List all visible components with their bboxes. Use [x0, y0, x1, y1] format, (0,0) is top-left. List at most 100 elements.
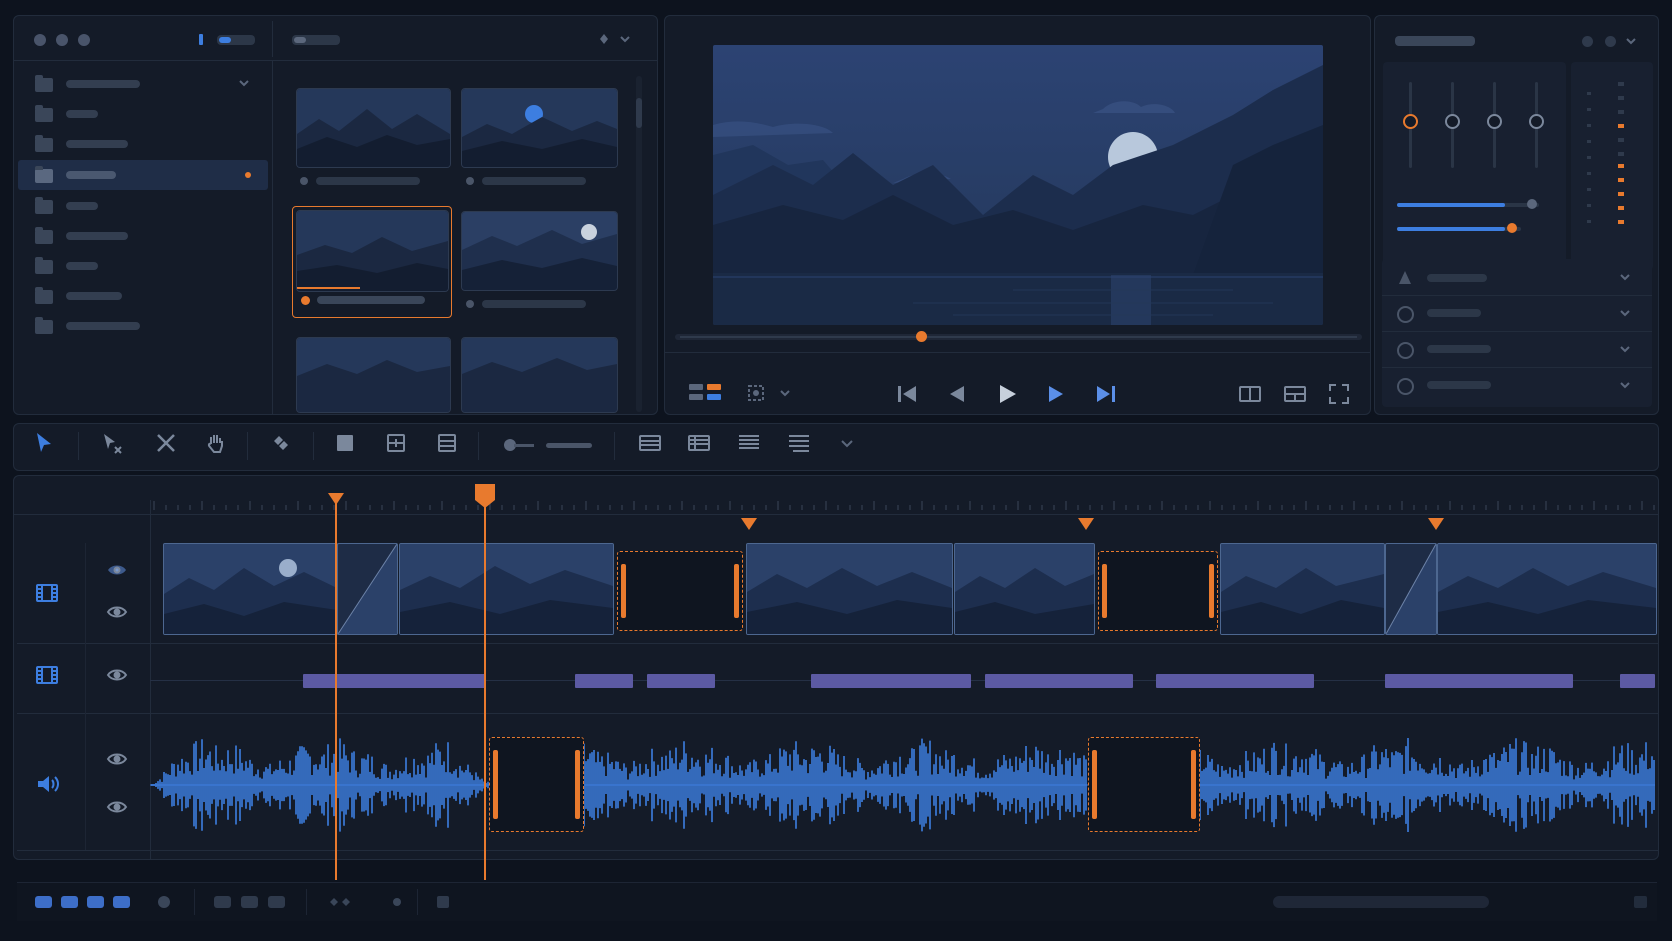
sort-icon[interactable]	[599, 32, 635, 46]
clip-thumbnail[interactable]	[461, 211, 618, 291]
title-clip[interactable]	[1156, 674, 1314, 688]
status-toggle[interactable]	[268, 896, 285, 908]
status-toggle[interactable]	[61, 896, 78, 908]
select-tool-icon[interactable]	[31, 430, 57, 456]
video-clip[interactable]	[954, 543, 1095, 635]
inspector-option-dot[interactable]	[1582, 36, 1593, 47]
fullscreen-icon[interactable]	[1328, 383, 1350, 405]
status-dot[interactable]	[393, 898, 401, 906]
clip-thumbnail[interactable]	[296, 210, 449, 292]
video-clip[interactable]	[746, 543, 953, 635]
window-minimize-button[interactable]	[56, 34, 68, 46]
chevron-down-icon[interactable]	[1625, 36, 1637, 46]
slider-knob[interactable]	[1527, 199, 1537, 209]
slider-knob[interactable]	[1507, 223, 1517, 233]
link-tool-icon[interactable]	[268, 430, 294, 456]
skip-to-start-icon[interactable]	[896, 383, 920, 405]
viewer-scrubber[interactable]	[675, 328, 1362, 346]
box-tool-icon[interactable]	[383, 430, 409, 456]
status-toggle[interactable]	[1634, 896, 1647, 908]
viewer-playhead[interactable]	[916, 331, 927, 342]
folder-item[interactable]	[18, 252, 268, 280]
browser-scrollbar[interactable]	[636, 76, 642, 412]
title-clip[interactable]	[575, 674, 633, 688]
title-clip[interactable]	[811, 674, 971, 688]
clip-thumbnail[interactable]	[296, 337, 451, 413]
timeline-marker[interactable]	[1078, 518, 1094, 530]
chevron-down-icon[interactable]	[1619, 344, 1631, 354]
status-toggle[interactable]	[113, 896, 130, 908]
status-dot[interactable]	[158, 896, 170, 908]
track-list-icon[interactable]	[786, 430, 812, 456]
fader-knob[interactable]	[1403, 114, 1418, 129]
chevron-down-icon[interactable]	[238, 78, 250, 88]
trim-tool-icon[interactable]	[99, 430, 125, 456]
track-height-small-icon[interactable]	[637, 430, 663, 456]
window-close-button[interactable]	[34, 34, 46, 46]
property-row[interactable]	[1382, 259, 1652, 296]
property-row[interactable]	[1382, 331, 1652, 368]
track-height-medium-icon[interactable]	[686, 430, 712, 456]
stack-tool-icon[interactable]	[434, 430, 460, 456]
clip-selected-frame[interactable]	[292, 206, 452, 318]
track-height-large-icon[interactable]	[736, 430, 762, 456]
title-clip[interactable]	[1385, 674, 1573, 688]
step-back-icon[interactable]	[946, 383, 968, 405]
video-clip[interactable]	[163, 543, 338, 635]
timeline-marker[interactable]	[1428, 518, 1444, 530]
fader-knob[interactable]	[1487, 114, 1502, 129]
folder-item[interactable]	[18, 312, 268, 340]
folder-item-selected[interactable]	[18, 160, 268, 190]
folder-item[interactable]	[18, 130, 268, 158]
single-view-icon[interactable]	[1238, 384, 1262, 404]
transition-clip[interactable]	[337, 543, 398, 635]
clip-thumbnail[interactable]	[461, 88, 618, 168]
library-toggle[interactable]	[199, 34, 203, 45]
folder-item[interactable]	[18, 70, 268, 98]
folder-item[interactable]	[18, 222, 268, 250]
hand-tool-icon[interactable]	[203, 430, 229, 456]
status-toggle[interactable]	[241, 896, 258, 908]
clip-thumbnail[interactable]	[296, 88, 451, 168]
eye-icon[interactable]	[106, 752, 128, 766]
title-clip[interactable]	[985, 674, 1133, 688]
inspector-option-dot[interactable]	[1605, 36, 1616, 47]
gap-placeholder[interactable]	[1088, 737, 1200, 832]
skip-to-end-icon[interactable]	[1093, 383, 1117, 405]
status-toggle[interactable]	[214, 896, 231, 908]
title-clip[interactable]	[647, 674, 715, 688]
eye-icon[interactable]	[106, 800, 128, 814]
eye-icon[interactable]	[106, 668, 128, 682]
snap-icon[interactable]	[329, 895, 353, 909]
status-toggle[interactable]	[437, 896, 449, 908]
gap-placeholder[interactable]	[1098, 551, 1218, 631]
status-toggle[interactable]	[87, 896, 104, 908]
status-toggle[interactable]	[35, 896, 52, 908]
property-row[interactable]	[1382, 367, 1652, 403]
video-clip[interactable]	[1220, 543, 1385, 635]
eye-icon[interactable]	[106, 605, 128, 619]
window-zoom-button[interactable]	[78, 34, 90, 46]
title-clip[interactable]	[303, 674, 486, 688]
folder-item[interactable]	[18, 100, 268, 128]
chevron-down-icon[interactable]	[1619, 272, 1631, 282]
viewer-frame[interactable]	[713, 45, 1323, 325]
gap-placeholder[interactable]	[489, 737, 584, 832]
timeline-marker[interactable]	[741, 518, 757, 530]
square-tool-icon[interactable]	[332, 430, 358, 456]
fader-knob[interactable]	[1529, 114, 1544, 129]
video-clip[interactable]	[399, 543, 614, 635]
title-clip[interactable]	[1620, 674, 1655, 688]
split-view-icon[interactable]	[1283, 384, 1307, 404]
chevron-down-icon[interactable]	[1619, 308, 1631, 318]
multicam-icon[interactable]	[689, 384, 727, 404]
transition-clip[interactable]	[1385, 543, 1437, 635]
folder-item[interactable]	[18, 192, 268, 220]
audio-waveform[interactable]	[150, 730, 1655, 840]
gap-placeholder[interactable]	[617, 551, 743, 631]
horizontal-slider[interactable]	[1397, 223, 1521, 233]
timeline-zoom-slider[interactable]	[504, 438, 594, 452]
chevron-down-icon[interactable]	[1619, 380, 1631, 390]
property-row[interactable]	[1382, 295, 1652, 332]
library-switch[interactable]	[217, 35, 255, 45]
